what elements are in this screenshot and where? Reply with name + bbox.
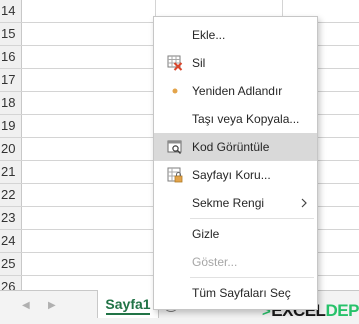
row-header[interactable]: 14 <box>0 0 22 22</box>
view-code-icon <box>167 140 182 154</box>
scroll-tabs-right-icon[interactable]: ▶ <box>48 300 56 312</box>
menu-item-tab-color[interactable]: Sekme Rengi <box>154 189 317 217</box>
menu-item-view-code[interactable]: Kod Görüntüle <box>154 133 317 161</box>
menu-item-rename[interactable]: Yeniden Adlandır <box>154 77 317 105</box>
chevron-right-icon <box>301 198 307 208</box>
row-header[interactable]: 19 <box>0 115 22 137</box>
row-header[interactable]: 24 <box>0 230 22 252</box>
menu-item-unhide: Göster... <box>154 248 317 276</box>
active-tab-underline <box>106 313 150 315</box>
menu-item-label: Sil <box>192 56 206 70</box>
rename-dot-icon <box>172 88 178 94</box>
row-header[interactable]: 26 <box>0 276 22 290</box>
row-header[interactable]: 15 <box>0 23 22 45</box>
menu-item-insert[interactable]: Ekle... <box>154 21 317 49</box>
sheet-tab-sayfa1[interactable]: Sayfa1 <box>97 290 159 318</box>
row-header[interactable]: 20 <box>0 138 22 160</box>
scroll-tabs-left-icon[interactable]: ◀ <box>22 300 30 312</box>
row-header[interactable]: 16 <box>0 46 22 68</box>
menu-item-label: Tüm Sayfaları Seç <box>192 286 291 300</box>
menu-item-hide[interactable]: Gizle <box>154 220 317 248</box>
menu-item-label: Kod Görüntüle <box>192 140 270 154</box>
menu-item-label: Ekle... <box>192 28 226 42</box>
sheet-tab-label: Sayfa1 <box>105 296 151 312</box>
row-header[interactable]: 17 <box>0 69 22 91</box>
menu-item-delete[interactable]: Sil <box>154 49 317 77</box>
menu-item-label: Sayfayı Koru... <box>192 168 271 182</box>
delete-sheet-icon <box>167 55 183 71</box>
row-header[interactable]: 25 <box>0 253 22 275</box>
protect-sheet-icon <box>167 167 183 183</box>
excel-worksheet: 14 15 16 17 18 19 20 21 22 23 24 25 26 ◀… <box>0 0 359 324</box>
row-header[interactable]: 23 <box>0 207 22 229</box>
menu-item-label: Gizle <box>192 227 220 241</box>
menu-separator <box>190 277 314 278</box>
row-header[interactable]: 22 <box>0 184 22 206</box>
watermark-text-accent: DEPO <box>325 301 359 320</box>
menu-item-label: Göster... <box>192 255 238 269</box>
menu-item-label: Yeniden Adlandır <box>192 84 283 98</box>
menu-item-label: Taşı veya Kopyala... <box>192 112 300 126</box>
menu-item-label: Sekme Rengi <box>192 196 265 210</box>
sheet-tab-context-menu: Ekle... Sil Yeniden Adlandır Taşı veya K… <box>153 16 318 310</box>
row-header[interactable]: 18 <box>0 92 22 114</box>
menu-item-move-or-copy[interactable]: Taşı veya Kopyala... <box>154 105 317 133</box>
menu-item-select-all-sheets[interactable]: Tüm Sayfaları Seç <box>154 279 317 307</box>
menu-item-protect-sheet[interactable]: Sayfayı Koru... <box>154 161 317 189</box>
row-header[interactable]: 21 <box>0 161 22 183</box>
menu-separator <box>190 218 314 219</box>
